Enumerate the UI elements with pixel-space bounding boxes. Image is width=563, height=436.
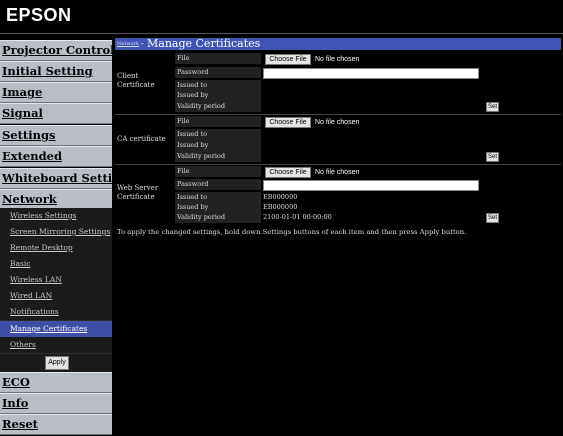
nav-extended[interactable]: Extended — [0, 146, 112, 167]
page-title: Manage Certificates — [147, 37, 261, 50]
web-file-label: File — [175, 166, 261, 177]
sub-wired-lan[interactable]: Wired LAN — [0, 288, 112, 305]
sub-others[interactable]: Others — [0, 337, 112, 354]
title-bar: Network - Manage Certificates — [115, 37, 561, 50]
nav-label: Projector Control — [2, 43, 115, 57]
nav-signal[interactable]: Signal — [0, 103, 112, 124]
client-password-input[interactable] — [263, 68, 479, 79]
sub-wireless-settings[interactable]: Wireless Settings — [0, 208, 112, 225]
ca-issued-by-label: Issued by — [175, 140, 261, 151]
web-password-input[interactable] — [263, 180, 479, 191]
sub-label: Notifications — [10, 307, 59, 316]
apply-button[interactable]: Apply — [45, 356, 69, 370]
divider — [115, 164, 561, 165]
sub-label: Basic — [10, 259, 31, 268]
web-password-label: Password — [175, 179, 261, 190]
ca-validity-label: Validity period — [175, 151, 261, 162]
sub-basic[interactable]: Basic — [0, 256, 112, 273]
ca-certificate-label: CA certificate — [117, 135, 166, 143]
nav-label: Signal — [2, 106, 43, 120]
main-panel: Network - Manage Certificates Client Cer… — [115, 37, 562, 436]
client-validity-label: Validity period — [175, 101, 261, 112]
sub-wireless-lan[interactable]: Wireless LAN — [0, 272, 112, 289]
web-choose-file-button[interactable]: Choose File — [265, 167, 311, 178]
apply-row: Apply — [0, 354, 112, 372]
ca-file-label: File — [175, 116, 261, 127]
sub-label: Manage Certificates — [10, 324, 88, 333]
nav-whiteboard-settings[interactable]: Whiteboard Settings — [0, 168, 135, 189]
client-file-status: No file chosen — [315, 56, 360, 63]
nav-label: Reset — [2, 417, 38, 431]
client-certificate-label: Client Certificate — [117, 72, 155, 89]
client-password-label: Password — [175, 67, 261, 78]
sub-notifications[interactable]: Notifications — [0, 304, 112, 321]
nav-settings[interactable]: Settings — [0, 125, 112, 146]
nav-label: Network — [2, 192, 57, 206]
web-set-button[interactable]: Set — [486, 213, 499, 223]
apply-note: To apply the changed settings, hold down… — [117, 228, 467, 236]
web-validity-label: Validity period — [175, 212, 261, 223]
sub-label: Wired LAN — [10, 291, 53, 300]
sub-manage-certificates[interactable]: Manage Certificates — [0, 321, 112, 338]
client-file-label: File — [175, 53, 261, 64]
sub-label: Remote Desktop — [10, 243, 73, 252]
nav-label: Extended — [2, 149, 63, 163]
nav-label: ECO — [2, 375, 30, 389]
nav-info[interactable]: Info — [0, 393, 112, 414]
nav-projector-control[interactable]: Projector Control — [0, 40, 115, 61]
sub-label: Wireless LAN — [10, 275, 62, 284]
web-server-certificate-label: Web Server Certificate — [117, 184, 159, 201]
header: EPSON — [0, 0, 563, 34]
sub-remote-desktop[interactable]: Remote Desktop — [0, 240, 112, 257]
breadcrumb[interactable]: Network — [117, 41, 139, 47]
client-issued-by-label: Issued by — [175, 90, 261, 101]
sidebar: Projector Control Initial Setting Image … — [0, 38, 135, 436]
nav-label: Info — [2, 396, 29, 410]
sub-screen-mirroring-settings[interactable]: Screen Mirroring Settings — [0, 224, 112, 241]
nav-reset[interactable]: Reset — [0, 414, 112, 435]
nav-image[interactable]: Image — [0, 82, 112, 103]
client-set-button[interactable]: Set — [486, 102, 499, 112]
sub-label: Others — [10, 340, 36, 349]
nav-network[interactable]: Network — [0, 189, 112, 210]
ca-set-button[interactable]: Set — [486, 152, 499, 162]
sub-label: Wireless Settings — [10, 211, 77, 220]
breadcrumb-separator: - — [141, 39, 144, 48]
ca-file-status: No file chosen — [315, 119, 360, 126]
ca-choose-file-button[interactable]: Choose File — [265, 117, 311, 128]
ca-issued-to-label: Issued to — [175, 129, 261, 140]
divider — [115, 114, 561, 115]
nav-label: Settings — [2, 128, 56, 142]
epson-logo: EPSON — [6, 5, 72, 25]
nav-label: Image — [2, 85, 43, 99]
sub-label: Screen Mirroring Settings — [10, 227, 111, 236]
client-choose-file-button[interactable]: Choose File — [265, 54, 311, 65]
nav-eco[interactable]: ECO — [0, 372, 112, 393]
web-validity-value: 2100-01-01 00:00:00 — [263, 213, 332, 221]
web-file-status: No file chosen — [315, 169, 360, 176]
nav-label: Initial Setting — [2, 64, 93, 78]
nav-initial-setting[interactable]: Initial Setting — [0, 61, 112, 82]
